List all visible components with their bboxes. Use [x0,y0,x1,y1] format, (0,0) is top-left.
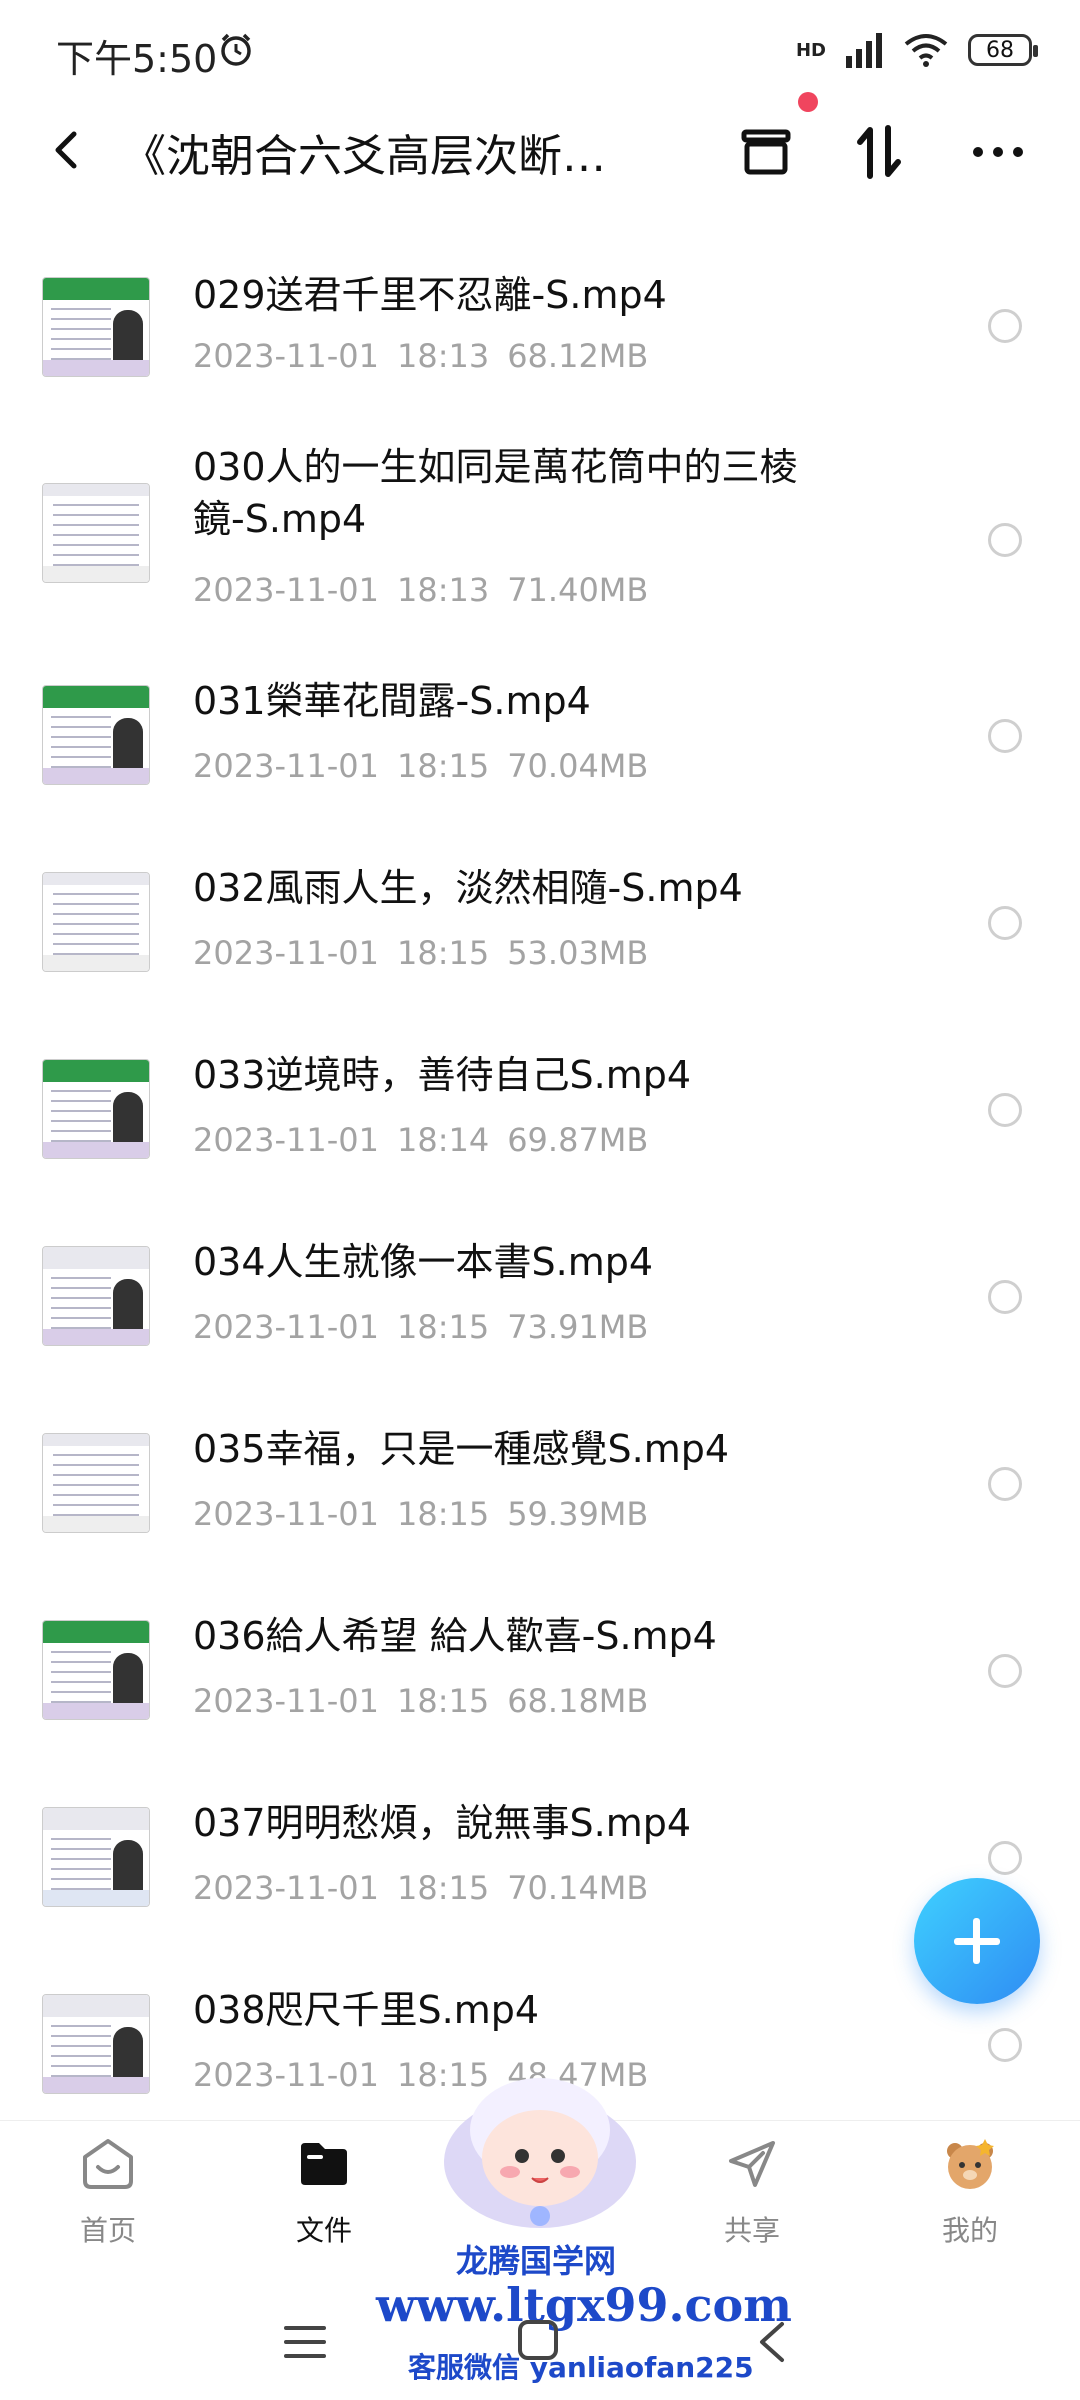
notification-badge [798,92,818,112]
select-radio[interactable] [988,309,1022,343]
select-radio[interactable] [988,1093,1022,1127]
video-thumbnail [42,1433,150,1533]
status-bar: 下午5:50 HD 68 [0,0,1080,100]
select-radio[interactable] [988,719,1022,753]
signal-icon [846,33,882,68]
battery-icon: 68 [968,34,1038,66]
file-name: 035幸福，只是一種感覺S.mp4 [193,1427,730,1471]
file-name: 032風雨人生，淡然相隨-S.mp4 [193,866,743,910]
nav-files[interactable]: 文件 [264,2135,384,2249]
file-meta: 2023-11-01 18:15 53.03MB [193,934,649,972]
alarm-icon [221,33,251,66]
list-item[interactable]: 030人的一生如同是萬花筒中的三棱鏡-S.mp4 2023-11-01 18:13… [0,421,1080,655]
mascot-watermark [444,2078,636,2228]
video-thumbnail [42,1246,150,1346]
video-thumbnail [42,1807,150,1907]
file-name: 033逆境時，善待自己S.mp4 [193,1053,692,1097]
file-meta: 2023-11-01 18:15 70.14MB [193,1869,649,1907]
list-item[interactable]: 031榮華花間露-S.mp4 2023-11-01 18:15 70.04MB [0,655,1080,842]
file-list: 029送君千里不忍離-S.mp4 2023-11-01 18:13 68.12MB … [0,245,1080,2151]
back-icon[interactable] [40,122,96,178]
watermark-site-name: 龙腾国学网 [456,2242,617,2280]
system-nav-bar [0,2290,1080,2400]
file-name: 031榮華花間露-S.mp4 [193,679,591,723]
file-name: 038咫尺千里S.mp4 [193,1988,540,2032]
list-item[interactable]: 035幸福，只是一種感覺S.mp4 2023-11-01 18:15 59.39MB [0,1403,1080,1590]
nav-me-label: 我的 [941,2214,998,2247]
page-title: 《沈朝合六爻高层次断… [122,131,606,182]
list-item[interactable]: 032風雨人生，淡然相隨-S.mp4 2023-11-01 18:15 53.03M… [0,842,1080,1029]
file-name: 036給人希望 給人歡喜-S.mp4 [193,1614,717,1658]
select-radio[interactable] [988,906,1022,940]
video-thumbnail [42,685,150,785]
nav-share-label: 共享 [723,2214,780,2247]
file-meta: 2023-11-01 18:13 71.40MB [193,571,649,609]
nav-share[interactable]: 共享 [692,2135,812,2249]
nav-home-label: 首页 [79,2214,136,2247]
file-name: 030人的一生如同是萬花筒中的三棱鏡-S.mp4 [193,445,798,541]
select-radio[interactable] [988,523,1022,557]
video-thumbnail [42,872,150,972]
file-meta: 2023-11-01 18:15 68.18MB [193,1682,649,1720]
add-button[interactable] [914,1878,1040,2004]
home-square-icon[interactable] [516,2318,560,2362]
list-item[interactable]: 034人生就像一本書S.mp4 2023-11-01 18:15 73.91MB [0,1216,1080,1403]
video-thumbnail [42,1059,150,1159]
list-item[interactable]: 033逆境時，善待自己S.mp4 2023-11-01 18:14 69.87MB [0,1029,1080,1216]
folder-icon [301,2143,347,2185]
menu-icon[interactable] [282,2322,328,2362]
more-icon[interactable] [966,120,1030,184]
select-radio[interactable] [988,1654,1022,1688]
nav-files-label: 文件 [295,2214,352,2247]
select-radio[interactable] [988,1280,1022,1314]
video-thumbnail [42,1620,150,1720]
list-item[interactable]: 029送君千里不忍離-S.mp4 2023-11-01 18:13 68.12MB [0,245,1080,421]
home-icon [83,2139,133,2189]
select-radio[interactable] [988,2028,1022,2062]
file-meta: 2023-11-01 18:14 69.87MB [193,1121,649,1159]
video-thumbnail [42,1994,150,2094]
file-meta: 2023-11-01 18:15 59.39MB [193,1495,649,1533]
wifi-icon [904,34,948,67]
file-name: 037明明愁煩，說無事S.mp4 [193,1801,692,1845]
sort-icon[interactable] [848,120,912,184]
video-thumbnail [42,277,150,377]
list-item[interactable]: 036給人希望 給人歡喜-S.mp4 2023-11-01 18:15 68.18M… [0,1590,1080,1777]
title-bar: 《沈朝合六爻高层次断… [0,92,1080,200]
select-radio[interactable] [988,1841,1022,1875]
file-name: 034人生就像一本書S.mp4 [193,1240,654,1284]
status-time: 下午5:50 [56,37,218,81]
nav-me[interactable]: 我的 [910,2135,1030,2249]
file-meta: 2023-11-01 18:15 70.04MB [193,747,649,785]
file-meta: 2023-11-01 18:15 73.91MB [193,1308,649,1346]
file-meta: 2023-11-01 18:13 68.12MB [193,337,649,375]
battery-level: 68 [986,37,1014,63]
nav-home[interactable]: 首页 [48,2135,168,2249]
send-icon [729,2141,775,2187]
avatar-icon [947,2139,994,2189]
select-radio[interactable] [988,1467,1022,1501]
archive-icon[interactable] [734,120,798,184]
file-name: 029送君千里不忍離-S.mp4 [193,273,667,317]
hd-label: HD [795,39,826,61]
video-thumbnail [42,483,150,583]
back-nav-icon[interactable] [752,2320,792,2364]
